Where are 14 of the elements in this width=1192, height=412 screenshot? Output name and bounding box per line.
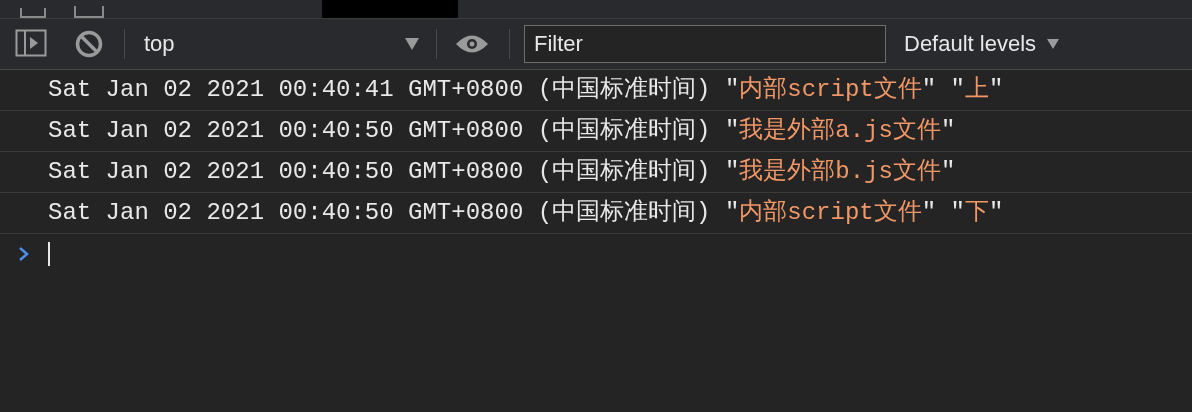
log-levels-dropdown[interactable]: Default levels [904, 31, 1061, 57]
context-selector[interactable]: top [144, 31, 404, 57]
prompt-chevron-icon [18, 246, 30, 262]
console-message: Sat Jan 02 2021 00:40:50 GMT+0800 (中国标准时间) "我是外部a.js文件" [0, 111, 1192, 152]
dropdown-arrow-icon[interactable] [404, 37, 420, 51]
console-message: Sat Jan 02 2021 00:40:50 GMT+0800 (中国标准时间) "我是外部b.js文件" [0, 152, 1192, 193]
eye-icon[interactable] [455, 33, 489, 55]
filter-field[interactable]: Filter [524, 25, 886, 63]
dropdown-arrow-icon[interactable] [1046, 38, 1061, 50]
console-message: Sat Jan 02 2021 00:40:41 GMT+0800 (中国标准时间) "内部script文件" "上" [0, 70, 1192, 111]
text-cursor [48, 242, 50, 266]
sidebar-toggle-icon[interactable] [15, 28, 47, 60]
clear-console-icon[interactable] [74, 29, 104, 59]
console-message: Sat Jan 02 2021 00:40:50 GMT+0800 (中国标准时间) "内部script文件" "下" [0, 193, 1192, 234]
